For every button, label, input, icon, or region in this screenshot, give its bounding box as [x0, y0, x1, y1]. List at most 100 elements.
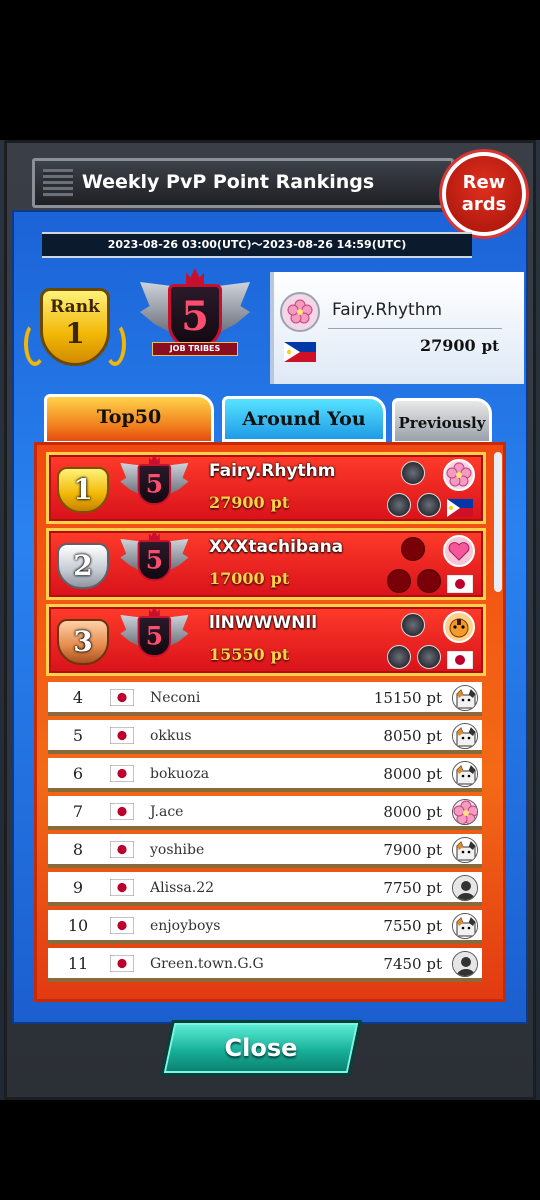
player-points: 8000 pt: [383, 765, 442, 783]
ranking-row[interactable]: 7 J.ace 8000 pt: [48, 796, 482, 830]
tier-emblem-icon: 5: [119, 605, 190, 677]
tier-emblem-icon: 5: [119, 529, 190, 601]
player-points: 8000 pt: [383, 803, 442, 821]
player-name: llNWWWNll: [209, 613, 318, 633]
rank-number: 1: [73, 473, 93, 506]
player-avatar: [443, 535, 475, 567]
rewards-button[interactable]: Rew ards: [442, 152, 526, 236]
tab-around-you[interactable]: Around You: [222, 396, 386, 442]
rank-number: 11: [67, 954, 89, 973]
rank-shield-icon: Rank 1: [40, 288, 110, 366]
flower-icon: [452, 799, 478, 825]
default-user-icon: [452, 951, 478, 977]
rank-number: 9: [72, 878, 84, 897]
rewards-label-line1: Rew: [462, 172, 506, 193]
silver-medal-icon: 2: [57, 543, 109, 589]
badge-icon: [387, 645, 411, 669]
ranking-period-text: 2023-08-26 03:00(UTC)～2023-08-26 14:59(U…: [107, 238, 407, 251]
my-avatar: [280, 292, 320, 332]
list-scrollbar[interactable]: [494, 452, 502, 592]
tab-previously[interactable]: Previously: [392, 398, 492, 444]
japan-flag-icon: [109, 688, 135, 707]
emblem-level: 5: [181, 293, 209, 340]
ranking-row[interactable]: 10 enjoyboys 7550 pt: [48, 910, 482, 944]
player-name: Fairy.Rhythm: [209, 461, 336, 481]
player-name: yoshibe: [150, 842, 205, 858]
page-title: Weekly PvP Point Rankings: [81, 171, 375, 193]
rank-label: Rank: [50, 297, 100, 317]
gold-medal-icon: 1: [57, 467, 109, 513]
player-name: Green.town.G.G: [150, 956, 264, 972]
ranking-row[interactable]: 11 Green.town.G.G 7450 pt: [48, 948, 482, 982]
top-rank-row-1[interactable]: 1 5 Fairy.Rhythm 27900 pt: [46, 452, 486, 524]
cat-icon: [452, 685, 478, 711]
emblem-ribbon-text: JOB TRIBES: [169, 344, 221, 353]
player-name: Alissa.22: [150, 880, 215, 896]
player-points: 7900 pt: [383, 841, 442, 859]
philippines-flag-icon: [447, 499, 473, 517]
player-name: okkus: [150, 728, 192, 744]
player-points: 27900 pt: [209, 493, 290, 512]
title-bar: Weekly PvP Point Rankings: [32, 158, 454, 208]
rewards-label-line2: ards: [461, 194, 507, 215]
player-points: 7750 pt: [383, 879, 442, 897]
my-rank-badge: Rank 1: [22, 282, 128, 372]
philippines-flag-icon: [284, 342, 316, 362]
top-rank-row-2[interactable]: 2 5 XXXtachibana 17000 pt: [46, 528, 486, 600]
badge-icon: [417, 493, 441, 517]
cat-icon: [452, 761, 478, 787]
flower-icon: [446, 462, 472, 487]
tiger-icon: [449, 618, 469, 638]
cat-icon: [452, 913, 478, 939]
my-rank-number: 1: [65, 317, 85, 350]
my-points: 27900 pt: [420, 336, 499, 355]
player-points: 8050 pt: [383, 727, 442, 745]
badge-icon: [387, 493, 411, 517]
ranking-row[interactable]: 9 Alissa.22 7750 pt: [48, 872, 482, 906]
rank-number: 6: [72, 764, 84, 783]
ranking-period: 2023-08-26 03:00(UTC)～2023-08-26 14:59(U…: [42, 232, 472, 258]
player-name: bokuoza: [150, 766, 210, 782]
japan-flag-icon: [447, 575, 473, 593]
top-rank-row-3[interactable]: 3 5 llNWWWNll 15550 pt: [46, 604, 486, 676]
player-points: 15150 pt: [373, 689, 442, 707]
badge-icon: [401, 613, 425, 637]
cat-icon: [452, 723, 478, 749]
my-player-name: Fairy.Rhythm: [332, 300, 443, 320]
ranking-row[interactable]: 5 okkus 8050 pt: [48, 720, 482, 754]
rank-number: 8: [72, 840, 84, 859]
japan-flag-icon: [109, 916, 135, 935]
rank-number: 3: [73, 625, 93, 658]
player-name: Neconi: [150, 690, 201, 706]
tab-top50[interactable]: Top50: [44, 394, 214, 444]
player-points: 15550 pt: [209, 645, 290, 664]
cat-icon: [452, 837, 478, 863]
rank-number: 2: [73, 549, 93, 582]
japan-flag-icon: [109, 878, 135, 897]
default-user-icon: [452, 875, 478, 901]
rank-number: 10: [67, 916, 89, 935]
badge-icon: [401, 461, 425, 485]
ranking-row[interactable]: 4 Neconi 15150 pt: [48, 682, 482, 716]
close-button[interactable]: Close: [160, 1020, 362, 1076]
empty-badge-slot: [401, 537, 425, 561]
player-name: XXXtachibana: [209, 537, 344, 557]
empty-badge-slot: [417, 569, 441, 593]
rank-number: 4: [72, 688, 84, 707]
japan-flag-icon: [109, 802, 135, 821]
rank-number: 5: [72, 726, 84, 745]
ranking-row[interactable]: 6 bokuoza 8000 pt: [48, 758, 482, 792]
divider: [328, 328, 502, 329]
heart-icon: [448, 542, 470, 561]
ranking-row[interactable]: 8 yoshibe 7900 pt: [48, 834, 482, 868]
flower-icon: [287, 299, 313, 324]
japan-flag-icon: [447, 651, 473, 669]
bronze-medal-icon: 3: [57, 619, 109, 665]
close-button-label: Close: [224, 1034, 298, 1062]
my-tier-emblem-icon: 5 JOB TRIBES: [138, 266, 252, 382]
japan-flag-icon: [109, 840, 135, 859]
rank-number: 7: [72, 802, 84, 821]
japan-flag-icon: [109, 954, 135, 973]
player-avatar: [443, 459, 475, 491]
player-avatar: [443, 611, 475, 643]
